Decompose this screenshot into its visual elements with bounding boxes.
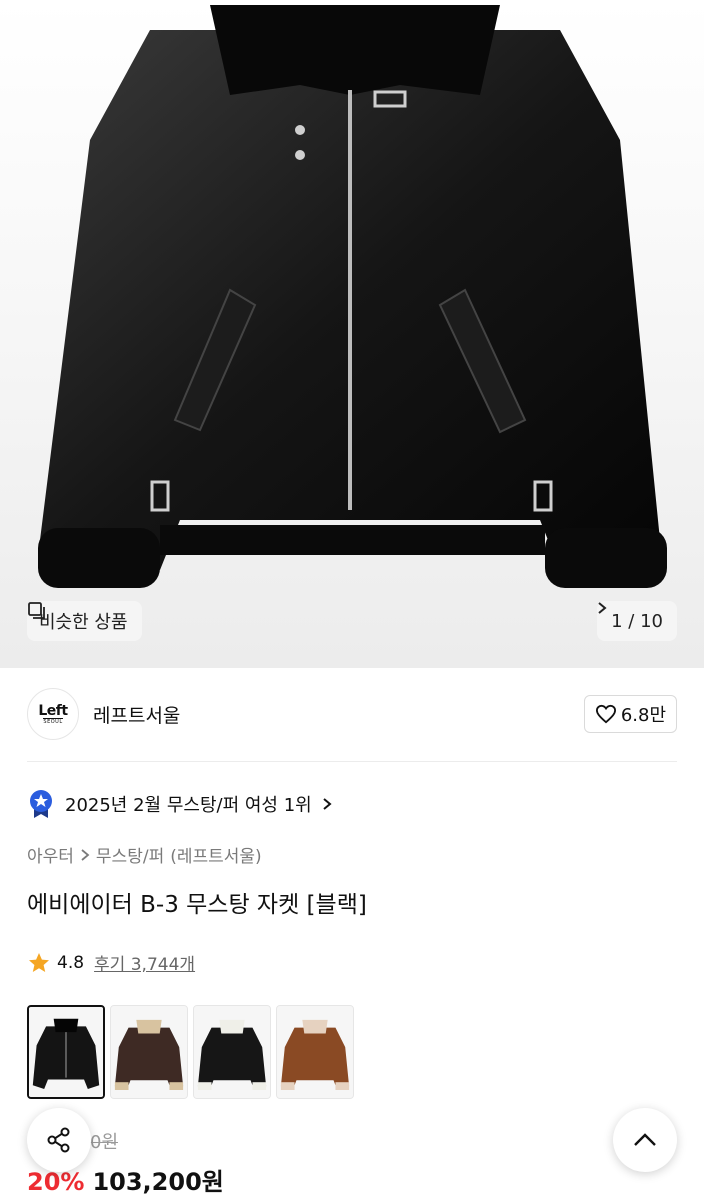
brand-row: Left SEOUL 레프트서울 6.8만 [27,688,677,740]
ranking-link[interactable]: 2025년 2월 무스탕/퍼 여성 1위 [27,788,332,820]
like-button[interactable]: 6.8만 [583,695,677,733]
product-title: 에비에이터 B-3 무스탕 자켓 [블랙] [27,892,367,918]
rating-row[interactable]: 4.8 후기 3,744개 [27,950,195,975]
review-count-link[interactable]: 후기 3,744개 [94,950,195,975]
share-icon [47,1127,70,1153]
star-icon [29,952,49,972]
scroll-to-top-button[interactable] [613,1108,677,1172]
ranking-text: 2025년 2월 무스탕/퍼 여성 1위 [65,795,312,816]
breadcrumb-brand[interactable]: (레프트서울) [170,842,261,867]
chevron-up-icon [634,1133,656,1146]
similar-items-icon [28,602,45,619]
chevron-right-icon [81,848,90,861]
brand-logo-subtext: SEOUL [43,717,63,725]
jacket-thumbnail [29,1007,103,1097]
jacket-thumbnail [194,1006,270,1098]
heart-icon [595,704,616,724]
divider [27,761,677,762]
like-count: 6.8만 [620,705,666,726]
color-option-camel[interactable] [276,1005,354,1099]
brand-logo[interactable]: Left SEOUL [27,688,79,740]
color-option-black-white[interactable] [193,1005,271,1099]
color-option-brown-cream[interactable] [110,1005,188,1099]
brand-name[interactable]: 레프트서울 [93,701,180,728]
sale-price: 103,200원 [92,1168,224,1196]
breadcrumb-item-category[interactable]: 무스탕/퍼 [96,842,164,867]
product-image[interactable]: 비슷한 상품 1 / 10 [0,0,704,668]
share-button[interactable] [27,1108,91,1172]
jacket-thumbnail [277,1006,353,1098]
breadcrumb: 아우터 무스탕/퍼 (레프트서울) [27,842,262,867]
breadcrumb-item-outer[interactable]: 아우터 [27,842,74,867]
image-counter-text: 1 / 10 [611,610,663,632]
rating-value: 4.8 [57,952,85,973]
chevron-right-icon [323,798,332,810]
color-option-black[interactable] [27,1005,105,1099]
color-options [27,1005,354,1099]
image-counter-button[interactable]: 1 / 10 [597,601,677,641]
discount-rate: 20% [27,1168,85,1196]
similar-items-label: 비슷한 상품 [39,612,128,633]
jacket-thumbnail [111,1006,187,1098]
rank-badge-icon [30,790,52,818]
brand-logo-text: Left [38,702,68,719]
original-price: 0원 [90,1132,119,1153]
similar-items-button[interactable]: 비슷한 상품 [27,601,142,641]
chevron-right-icon [598,602,607,614]
jacket-illustration [38,5,667,588]
